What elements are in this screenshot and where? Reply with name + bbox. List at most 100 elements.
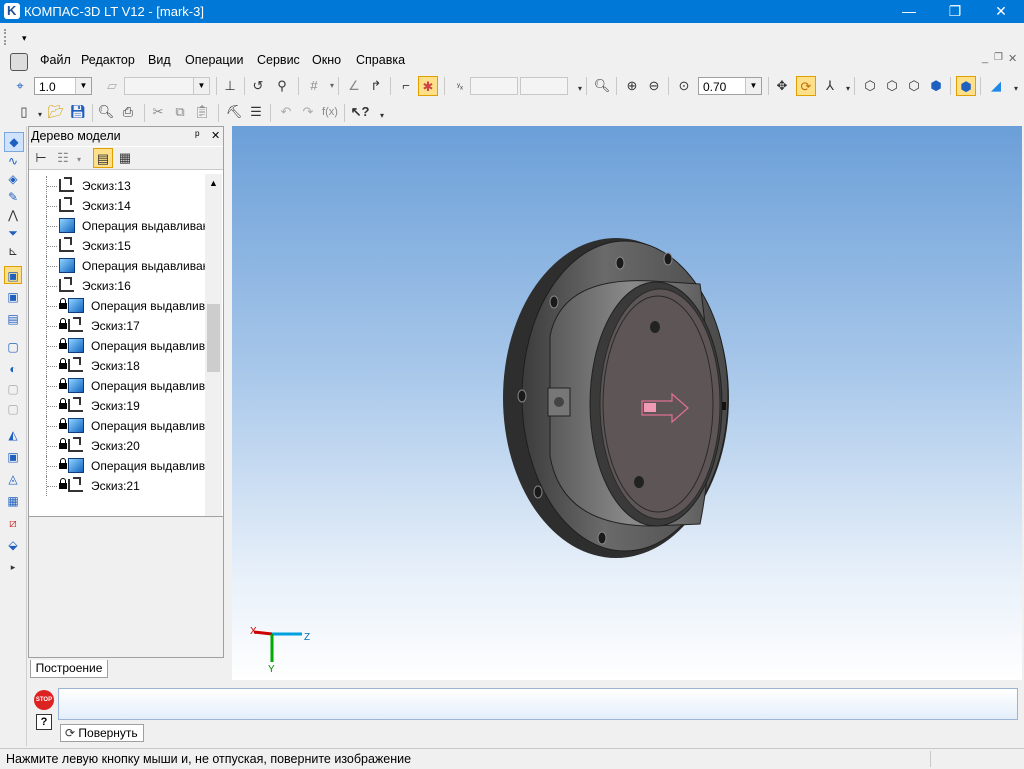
tree-item[interactable]: Операция выдавливания — [29, 256, 205, 276]
menu-service[interactable]: Сервис — [257, 53, 300, 67]
tree-item[interactable]: Эскиз:20 — [29, 436, 205, 456]
properties-icon[interactable]: ☰ — [246, 102, 266, 122]
axis-icon[interactable]: ↱ — [366, 76, 386, 96]
measure-icon[interactable]: ⊾ — [4, 242, 22, 260]
chevron-down-icon[interactable]: ▾ — [69, 150, 89, 170]
link-icon[interactable]: ⚲ — [272, 76, 292, 96]
snap-icon[interactable]: ⌖ — [10, 76, 30, 96]
tree-item[interactable]: Операция выдавливания — [29, 296, 205, 316]
plane-icon[interactable]: ◬ — [4, 470, 22, 488]
grid-icon[interactable]: # — [304, 76, 324, 96]
pin-icon[interactable]: ᵖ — [195, 128, 200, 142]
grip-handle[interactable] — [4, 29, 9, 45]
tab-rotate[interactable]: ⟳ Повернуть — [60, 724, 144, 742]
tree-item[interactable]: Эскиз:14 — [29, 196, 205, 216]
format-painter-icon[interactable]: ⛏ — [224, 102, 244, 122]
help-icon[interactable]: ? — [36, 714, 52, 730]
zoom-combo[interactable]: 0.70 ▼ — [698, 77, 762, 95]
zoom-in-icon[interactable]: ⊕ — [622, 76, 642, 96]
tree-item[interactable]: Эскиз:15 — [29, 236, 205, 256]
tab-build[interactable]: Построение — [30, 660, 108, 678]
redo-icon[interactable]: ↷ — [298, 102, 318, 122]
style-combo[interactable]: ▼ — [124, 77, 210, 95]
chevron-down-icon[interactable]: ▾ — [22, 33, 27, 44]
tree-item[interactable]: Эскиз:18 — [29, 356, 205, 376]
pan-icon[interactable]: ✥ — [772, 76, 792, 96]
rotate-icon[interactable]: ⟳ — [796, 76, 816, 96]
local-cs-icon[interactable]: ⊥ — [220, 76, 240, 96]
tree-item[interactable]: Операция выдавливания — [29, 416, 205, 436]
zoom-scale-icon[interactable]: ⊙ — [674, 76, 694, 96]
chevron-down-icon[interactable]: ▼ — [193, 78, 209, 94]
menu-editor[interactable]: Редактор — [81, 53, 135, 67]
chevron-down-icon[interactable]: ▼ — [745, 78, 761, 94]
zoom-out-icon[interactable]: ⊖ — [644, 76, 664, 96]
doc-minimize-button[interactable]: _ — [982, 52, 988, 64]
print-icon[interactable]: ⎙ — [118, 102, 138, 122]
chamfer-icon[interactable]: ▢ — [4, 380, 22, 398]
document-icon[interactable] — [10, 53, 28, 71]
designations-icon[interactable]: ✎ — [4, 188, 22, 206]
menu-view[interactable]: Вид — [148, 53, 171, 67]
snap-toggle-icon[interactable]: ✱ — [418, 76, 438, 96]
geometry-icon[interactable]: ∿ — [4, 152, 22, 170]
maximize-button[interactable]: ❐ — [932, 0, 978, 23]
library-icon[interactable]: ⬙ — [4, 536, 22, 554]
angle-icon[interactable]: ∠ — [344, 76, 364, 96]
arrow-handle[interactable] — [644, 403, 656, 412]
function-icon[interactable]: f(x) — [320, 102, 340, 122]
chevron-down-icon[interactable]: ▾ — [322, 76, 342, 96]
save-icon[interactable]: 💾︎ — [68, 102, 88, 122]
tree-item[interactable]: Операция выдавливания — [29, 456, 205, 476]
copy-icon[interactable]: ⧉ — [170, 102, 190, 122]
tree-item[interactable]: Эскиз:17 — [29, 316, 205, 336]
extrude-icon[interactable]: ▣ — [4, 266, 22, 284]
edit-part-icon[interactable]: ◆ — [4, 132, 24, 152]
help-pointer-icon[interactable]: ↖? — [350, 102, 370, 122]
tree-item[interactable]: Операция выдавливания — [29, 216, 205, 236]
tree-item[interactable]: Эскиз:13 — [29, 176, 205, 196]
tree-item[interactable]: Эскиз:21 — [29, 476, 205, 496]
cut-extrude-icon[interactable]: ▢ — [4, 338, 22, 356]
tree-item[interactable]: Операция выдавливания — [29, 376, 205, 396]
chevron-up-icon[interactable]: ▲ — [209, 178, 218, 188]
mirror-icon[interactable]: ⧄ — [4, 514, 22, 532]
thin-hidden-icon[interactable]: ⬡ — [904, 76, 924, 96]
kinematic-icon[interactable]: ▤ — [4, 310, 22, 328]
chevron-down-icon[interactable]: ▾ — [570, 79, 590, 99]
orbit-icon[interactable]: ↺ — [248, 76, 268, 96]
rib-icon[interactable]: ◭ — [4, 426, 22, 444]
more-tools-icon[interactable]: ▸ — [4, 558, 22, 576]
section-icon[interactable]: ▣ — [4, 448, 22, 466]
coord-x-field[interactable] — [470, 77, 518, 95]
tree-item[interactable]: Эскиз:19 — [29, 396, 205, 416]
open-folder-icon[interactable]: 📂︎ — [46, 102, 66, 122]
rotation-op-icon[interactable]: ▣ — [4, 288, 22, 306]
menu-file[interactable]: Файл — [40, 53, 71, 67]
chevron-down-icon[interactable]: ▼ — [75, 78, 91, 94]
zoom-window-icon[interactable]: 🔍︎ — [592, 76, 612, 96]
ortho-icon[interactable]: ⌐ — [396, 76, 416, 96]
doc-close-button[interactable]: ✕ — [1008, 52, 1017, 65]
menu-help[interactable]: Справка — [356, 53, 405, 67]
shell-icon[interactable]: ▢ — [4, 400, 22, 418]
print-preview-icon[interactable]: 🔍︎ — [96, 102, 116, 122]
coords-icon[interactable]: ʸₓ — [450, 76, 470, 96]
perspective-icon[interactable]: ◢ — [986, 76, 1006, 96]
filter-icon[interactable]: ⏷ — [4, 224, 22, 242]
step-combo[interactable]: 1.0 ▼ — [34, 77, 92, 95]
menu-window[interactable]: Окно — [312, 53, 341, 67]
close-button[interactable]: ✕ — [978, 0, 1024, 23]
fillet-icon[interactable]: ◐ — [4, 360, 22, 378]
chevron-down-icon[interactable]: ▾ — [838, 79, 858, 99]
wireframe-icon[interactable]: ⬡ — [860, 76, 880, 96]
minimize-button[interactable]: — — [886, 0, 932, 23]
coord-y-field[interactable] — [520, 77, 568, 95]
orientation-icon[interactable]: ⅄ — [820, 76, 840, 96]
scroll-thumb[interactable] — [207, 304, 220, 372]
array-icon[interactable]: ▦ — [4, 492, 22, 510]
undo-icon[interactable]: ↶ — [276, 102, 296, 122]
tree-close-button[interactable]: ✕ — [211, 129, 220, 142]
command-panel[interactable] — [58, 688, 1018, 720]
doc-restore-button[interactable]: ❐ — [994, 52, 1003, 63]
